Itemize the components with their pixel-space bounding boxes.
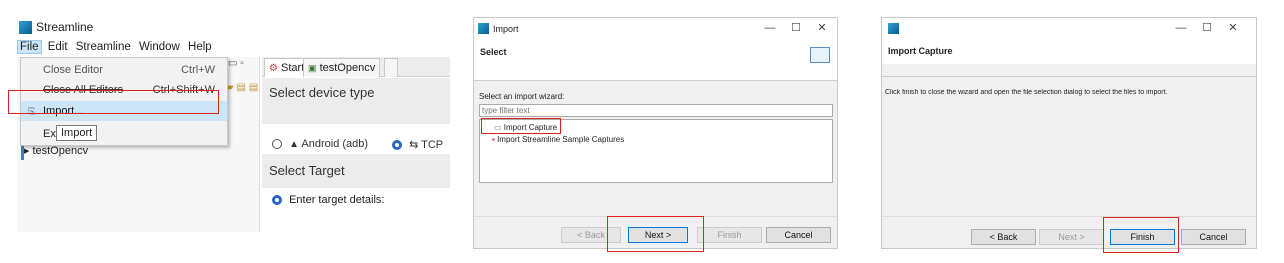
streamline-app-icon	[19, 21, 32, 34]
finish-button[interactable]: Finish	[697, 227, 762, 243]
list-item-import-samples[interactable]: ▪ Import Streamline Sample Captures	[492, 135, 624, 144]
highlight-box-import-capture	[481, 118, 561, 134]
expand-arrow-icon[interactable]: ▶	[24, 148, 29, 155]
instruction-text: Click finish to close the wizard and ope…	[885, 89, 1168, 96]
window-icon	[478, 23, 489, 34]
target-details: Enter target details:	[262, 188, 450, 226]
menu-streamline[interactable]: Streamline	[74, 41, 133, 53]
header-divider	[882, 76, 1256, 77]
footer-divider	[882, 216, 1256, 217]
radio-button[interactable]	[272, 139, 282, 150]
close-icon[interactable]: ✕	[1220, 21, 1246, 34]
wizard-label: Select an import wizard:	[479, 92, 565, 101]
tab-extra[interactable]	[384, 58, 398, 77]
tab-testopencv[interactable]: ▣ testOpencv	[303, 58, 381, 77]
tree-item-testopencv[interactable]: ▶ testOpencv	[24, 145, 88, 157]
android-icon: ▲	[289, 139, 299, 150]
close-icon[interactable]: ✕	[809, 21, 835, 34]
import-dialog-capture: — ☐ ✕ Import Capture Click finish to close…	[881, 17, 1257, 253]
cancel-button[interactable]: Cancel	[1181, 229, 1246, 245]
highlight-box-import	[8, 90, 219, 114]
window-controls: — ☐ ✕	[1168, 21, 1246, 34]
highlight-box-finish	[1103, 217, 1179, 253]
radio-button-selected[interactable]	[272, 195, 282, 206]
minimize-icon[interactable]: —	[757, 22, 783, 34]
window-title: Import	[493, 24, 519, 34]
section-select-target: Select Target	[262, 154, 450, 188]
menu-item-close-editor[interactable]: Close Editor Ctrl+W	[21, 60, 227, 80]
back-button[interactable]: < Back	[971, 229, 1036, 245]
app-title: Streamline	[36, 20, 94, 34]
maximize-icon[interactable]: ☐	[1194, 21, 1220, 34]
next-button[interactable]: Next >	[1039, 229, 1104, 245]
menu-item-exit[interactable]: Exit	[21, 124, 227, 144]
minimize-icon[interactable]: —	[1168, 22, 1194, 34]
radio-tcp[interactable]: ⇆ TCP	[392, 138, 443, 151]
menu-file[interactable]: File	[17, 40, 42, 54]
section-select-device-type: Select device type	[262, 78, 450, 124]
import-dialog-select: Import — ☐ ✕ Select Select an import wizar…	[473, 17, 838, 252]
streamline-window: Streamline File Edit Streamline Window H…	[8, 14, 450, 232]
window-controls: — ☐ ✕	[757, 21, 835, 34]
maximize-icon[interactable]: ☐	[783, 21, 809, 34]
tcp-icon: ⇆	[409, 139, 419, 151]
tree-item-label: testOpencv	[32, 145, 89, 157]
page-title: Select	[480, 47, 507, 57]
file-icon: ▣	[308, 63, 317, 73]
header-divider	[474, 80, 837, 81]
page-title: Import Capture	[888, 46, 953, 56]
enter-target-label: Enter target details:	[289, 194, 385, 206]
import-tooltip: Import	[56, 125, 98, 141]
highlight-box-next	[607, 216, 704, 252]
import-wizard-icon	[810, 47, 830, 63]
menu-bar: File Edit Streamline Window Help	[17, 40, 215, 56]
view-min-max-icons[interactable]: ▭ ▫	[228, 58, 244, 69]
sample-icon: ▪	[492, 135, 495, 144]
menu-help[interactable]: Help	[186, 41, 214, 53]
editor-tabs: ⚙ Start ▣ testOpencv	[262, 57, 450, 77]
menu-window[interactable]: Window	[137, 41, 182, 53]
radio-button-selected[interactable]	[392, 140, 402, 151]
explorer-toolbar-icons[interactable]: ▰ ▤ ▤	[226, 82, 258, 93]
menu-edit[interactable]: Edit	[46, 41, 70, 53]
start-icon: ⚙	[269, 63, 278, 74]
filter-input[interactable]	[479, 104, 833, 117]
window-icon	[888, 23, 899, 34]
radio-android[interactable]: ▲ Android (adb)	[272, 138, 368, 150]
cancel-button[interactable]: Cancel	[766, 227, 831, 243]
